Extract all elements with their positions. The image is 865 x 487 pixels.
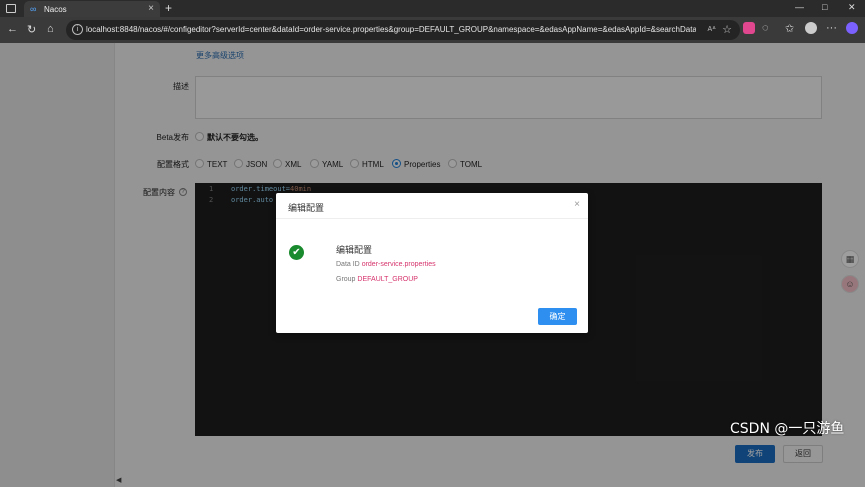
favorites-icon[interactable]: ✩ bbox=[785, 22, 794, 35]
tab-close-icon[interactable]: × bbox=[148, 3, 154, 14]
back-arrow-icon[interactable]: ← bbox=[7, 23, 18, 35]
dialog-title: 编辑配置 bbox=[288, 203, 325, 213]
home-icon[interactable]: ⌂ bbox=[47, 23, 54, 35]
address-bar[interactable]: i localhost:8848/nacos/#/configeditor?se… bbox=[66, 20, 740, 40]
message-title: 编辑配置 bbox=[336, 245, 373, 255]
reload-icon[interactable]: ↻ bbox=[27, 23, 36, 36]
profile-avatar[interactable] bbox=[805, 22, 817, 34]
read-aloud-icon[interactable]: Aᐞ bbox=[708, 25, 716, 33]
window-menu-icon[interactable] bbox=[6, 4, 16, 13]
edit-config-dialog: 编辑配置 × ✔ 编辑配置 Data ID order-service.prop… bbox=[276, 193, 588, 333]
minimize-icon[interactable]: — bbox=[795, 2, 804, 12]
nacos-favicon-icon: ∞ bbox=[30, 4, 37, 14]
data-id-line: Data ID order-service.properties bbox=[336, 261, 436, 268]
dialog-close-icon[interactable]: × bbox=[574, 199, 580, 210]
site-info-icon[interactable]: i bbox=[72, 24, 83, 35]
browser-essentials-icon[interactable]: ◌ bbox=[762, 22, 769, 34]
window-close-icon[interactable]: ✕ bbox=[848, 2, 856, 13]
extension-icon[interactable] bbox=[743, 22, 755, 34]
browser-tab[interactable]: ∞ Nacos × bbox=[24, 1, 160, 17]
tab-title: Nacos bbox=[44, 5, 67, 14]
ok-button[interactable]: 确定 bbox=[538, 308, 577, 325]
data-id-value: order-service.properties bbox=[361, 261, 436, 268]
watermark: CSDN @一只游鱼 bbox=[730, 421, 845, 437]
dialog-header: 编辑配置 × bbox=[276, 193, 588, 219]
favorite-star-icon[interactable]: ☆ bbox=[722, 23, 732, 36]
browser-toolbar: ← ↻ ⌂ i localhost:8848/nacos/#/configedi… bbox=[0, 17, 865, 43]
success-check-icon: ✔ bbox=[289, 245, 304, 260]
group-line: Group DEFAULT_GROUP bbox=[336, 276, 418, 283]
more-menu-icon[interactable]: ··· bbox=[826, 22, 837, 34]
browser-tab-strip: ∞ Nacos × + — □ ✕ bbox=[0, 0, 865, 17]
maximize-icon[interactable]: □ bbox=[822, 2, 827, 12]
url-text: localhost:8848/nacos/#/configeditor?serv… bbox=[86, 25, 696, 34]
new-tab-icon[interactable]: + bbox=[165, 1, 172, 15]
copilot-icon[interactable] bbox=[846, 22, 858, 34]
group-value: DEFAULT_GROUP bbox=[357, 276, 418, 283]
